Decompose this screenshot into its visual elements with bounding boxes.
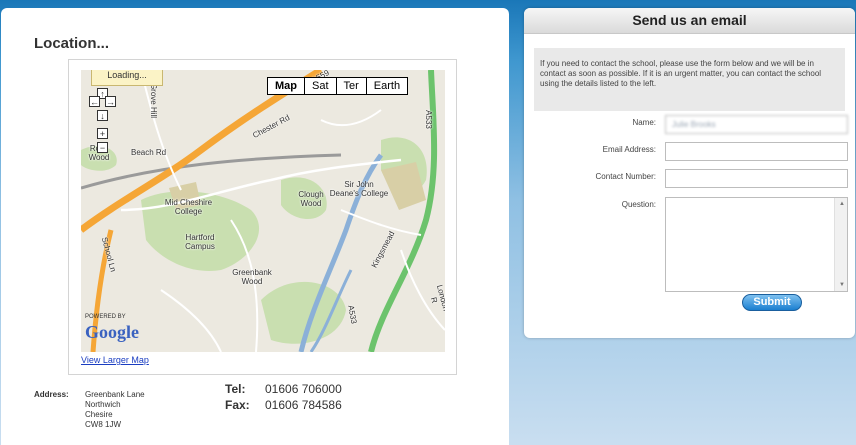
address-lines: Greenbank Lane Northwich Chesire CW8 1JW <box>85 390 145 430</box>
email-panel-title: Send us an email <box>524 8 855 34</box>
map-label-a533-top: A533 <box>423 110 433 129</box>
map-loading-indicator: Loading... <box>91 70 163 86</box>
google-logo[interactable]: Google <box>85 323 139 341</box>
pan-down-icon[interactable]: ↓ <box>97 110 108 121</box>
address-line: Greenbank Lane <box>85 390 145 399</box>
address-label: Address: <box>34 390 69 399</box>
map-type-sat[interactable]: Sat <box>304 78 336 94</box>
map-label-mid-cheshire-college: Mid Cheshire College <box>164 198 213 216</box>
map-type-map[interactable]: Map <box>268 78 304 94</box>
view-larger-map-link[interactable]: View Larger Map <box>81 355 149 365</box>
address-line: Northwich <box>85 400 121 409</box>
map-canvas <box>81 70 445 352</box>
tel-value: 01606 706000 <box>265 382 342 396</box>
map-type-ter[interactable]: Ter <box>335 78 366 94</box>
name-label: Name: <box>632 118 656 127</box>
question-textarea[interactable]: ▲ ▼ <box>665 197 848 292</box>
address-line: CW8 1JW <box>85 420 121 429</box>
tel-row: Tel: 01606 706000 <box>225 382 342 396</box>
address-line: Chesire <box>85 410 113 419</box>
map-type-earth[interactable]: Earth <box>365 78 407 94</box>
map-label-grove-hill: Grove Hill <box>149 82 159 119</box>
email-panel: Send us an email If you need to contact … <box>524 8 855 338</box>
map-label-sir-john-deanes: Sir John Deane's College <box>329 180 389 198</box>
map-label-clough-wood: Clough Wood <box>298 190 324 208</box>
fax-value: 01606 784586 <box>265 398 342 412</box>
textarea-scrollbar[interactable]: ▲ ▼ <box>834 198 847 291</box>
map-label-greenbank-wood: Greenbank Wood <box>232 268 272 286</box>
embedded-map[interactable]: Chester Rd Beach Rd Ro ly Wood Grove Hil… <box>81 70 445 352</box>
zoom-in-icon[interactable]: + <box>97 128 108 139</box>
name-field[interactable]: Julie Brooks <box>665 115 848 134</box>
submit-button[interactable]: Submit <box>742 294 802 311</box>
email-address-field[interactable] <box>665 142 848 161</box>
contact-number-field[interactable] <box>665 169 848 188</box>
map-label-hartford-campus: Hartford Campus <box>185 233 215 251</box>
question-label: Question: <box>621 200 656 209</box>
location-title: Location... <box>34 35 109 52</box>
fax-row: Fax: 01606 784586 <box>225 398 342 412</box>
map-label-beach-rd: Beach Rd <box>131 148 167 157</box>
contact-number-label: Contact Number: <box>595 172 656 181</box>
scroll-down-icon[interactable]: ▼ <box>839 282 845 288</box>
map-frame: Chester Rd Beach Rd Ro ly Wood Grove Hil… <box>68 59 457 375</box>
zoom-out-icon[interactable]: − <box>97 142 108 153</box>
email-address-label: Email Address: <box>602 145 656 154</box>
location-panel: Location... Chester Rd Beach Rd Ro Wood … <box>1 8 509 445</box>
pan-right-icon[interactable]: → <box>105 96 116 107</box>
powered-by-text: POWERED BY <box>85 314 126 320</box>
email-intro-text: If you need to contact the school, pleas… <box>534 48 845 111</box>
scroll-up-icon[interactable]: ▲ <box>839 201 845 207</box>
fax-label: Fax: <box>225 398 250 412</box>
pan-left-icon[interactable]: ← <box>89 96 100 107</box>
tel-label: Tel: <box>225 382 246 396</box>
map-type-selector: Map Sat Ter Earth <box>267 77 409 95</box>
